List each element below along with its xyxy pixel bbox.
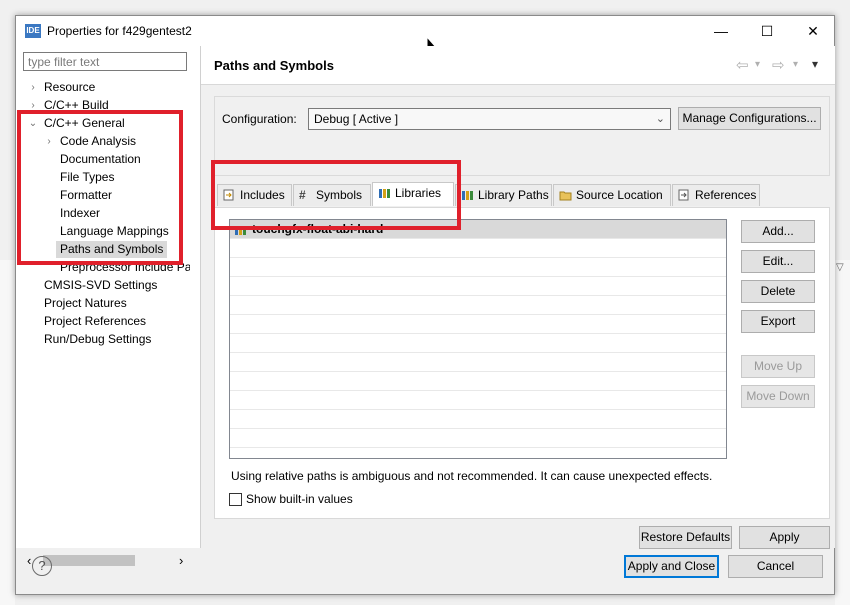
page-title: Paths and Symbols (214, 58, 334, 73)
chevron-right-icon[interactable]: › (28, 79, 38, 96)
tree-item-project-references[interactable]: Project References (44, 313, 146, 330)
view-menu-icon[interactable]: ▾ (812, 57, 818, 71)
page-header: Paths and Symbols ⇦ ▾ ⇨ ▾ ▾ (201, 46, 835, 85)
properties-dialog: IDE Properties for f429gentest2 — ☐ ✕ ty… (15, 15, 835, 595)
move-up-button[interactable]: Move Up (741, 355, 815, 378)
configuration-label: Configuration: (222, 112, 297, 126)
tree-item-project-natures[interactable]: Project Natures (44, 295, 127, 312)
list-item (230, 429, 726, 448)
highlight-box-tree (17, 110, 183, 265)
restore-defaults-button[interactable]: Restore Defaults (639, 526, 732, 549)
references-icon (678, 189, 689, 201)
back-arrow-icon[interactable]: ⇦ (736, 56, 749, 74)
tree-item-run-debug-settings[interactable]: Run/Debug Settings (44, 331, 151, 348)
back-dropdown-icon[interactable]: ▾ (755, 59, 760, 70)
cancel-button[interactable]: Cancel (728, 555, 823, 578)
apply-and-close-button[interactable]: Apply and Close (624, 555, 719, 578)
show-built-in-values-label: Show built-in values (246, 492, 353, 506)
folder-icon (559, 191, 572, 201)
highlight-box-libraries (211, 160, 461, 230)
tab-library-paths[interactable]: Library Paths (455, 184, 552, 206)
add-button[interactable]: Add... (741, 220, 815, 243)
background-app-right (835, 260, 850, 605)
libraries-tab-content: touchgfx-float-abi-hard Add... Edit... D… (214, 207, 830, 519)
list-item (230, 315, 726, 334)
list-item (230, 391, 726, 410)
tree-item-cmsis-svd-settings[interactable]: CMSIS-SVD Settings (44, 277, 157, 294)
minimize-button[interactable]: — (698, 16, 744, 46)
manage-configurations-button[interactable]: Manage Configurations... (678, 107, 821, 130)
scroll-left-icon[interactable]: ‹ (27, 552, 31, 569)
list-item (230, 239, 726, 258)
tab-source-location[interactable]: Source Location (553, 184, 671, 206)
close-button[interactable]: ✕ (790, 16, 836, 46)
chevron-down-icon: ⌄ (655, 113, 665, 125)
libraries-list[interactable]: touchgfx-float-abi-hard (229, 219, 727, 459)
relative-paths-warning: Using relative paths is ambiguous and no… (231, 469, 713, 483)
export-button[interactable]: Export (741, 310, 815, 333)
tab-label: References (695, 188, 757, 202)
show-built-in-values-checkbox[interactable] (229, 493, 242, 506)
tree-item-label: Resource (44, 80, 96, 94)
list-item (230, 410, 726, 429)
scroll-right-icon[interactable]: › (179, 552, 183, 569)
list-item (230, 353, 726, 372)
edit-button[interactable]: Edit... (741, 250, 815, 273)
background-app (0, 260, 15, 605)
help-icon[interactable]: ? (32, 556, 52, 576)
maximize-button[interactable]: ☐ (744, 16, 790, 46)
title-bar: IDE Properties for f429gentest2 — ☐ ✕ (16, 16, 834, 46)
list-item (230, 334, 726, 353)
ide-app-icon: IDE (25, 24, 41, 38)
library-paths-icon (462, 191, 473, 200)
forward-dropdown-icon[interactable]: ▾ (793, 59, 798, 70)
scrollbar-thumb[interactable] (43, 555, 135, 566)
tab-references[interactable]: References (672, 184, 760, 206)
filter-input[interactable]: type filter text (23, 52, 187, 71)
forward-arrow-icon[interactable]: ⇨ (772, 56, 785, 74)
background-dropdown-icon: ▽ (836, 262, 844, 273)
delete-button[interactable]: Delete (741, 280, 815, 303)
paths-and-symbols-page: Paths and Symbols ⇦ ▾ ⇨ ▾ ▾ Configuratio… (201, 46, 835, 549)
tab-label: Library Paths (478, 188, 549, 202)
list-item (230, 258, 726, 277)
window-title: Properties for f429gentest2 (47, 24, 192, 38)
list-item (230, 277, 726, 296)
configuration-value: Debug [ Active ] (314, 112, 399, 126)
configuration-select[interactable]: Debug [ Active ] ⌄ (308, 108, 671, 130)
tab-label: Source Location (576, 188, 663, 202)
move-down-button[interactable]: Move Down (741, 385, 815, 408)
list-item (230, 372, 726, 391)
list-item (230, 296, 726, 315)
apply-button[interactable]: Apply (739, 526, 830, 549)
